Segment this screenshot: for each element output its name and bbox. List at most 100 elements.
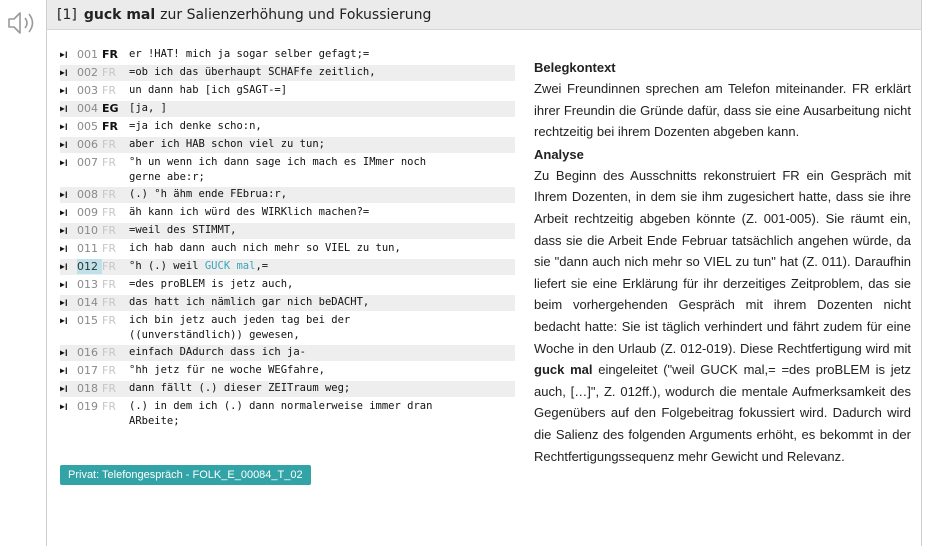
play-pause-icon[interactable]: ▶❙ (60, 187, 77, 202)
play-pause-icon[interactable]: ▶❙ (60, 381, 77, 396)
analyse-text-part: Zu Beginn des Ausschnitts rekonstruiert … (534, 167, 911, 356)
utterance-text-part: [ja, ] (129, 102, 167, 114)
utterance-text-part: er !HAT! mich ja sogar selber gefagt;= (129, 48, 370, 60)
transcript-line: ▶❙ 011 FR ich hab dann auch nich mehr so VI… (60, 241, 515, 257)
speaker-label: FR (102, 84, 116, 97)
utterance-text-part: °h un wenn ich dann sage ich mach es IMm… (129, 156, 427, 183)
line-number: 001 (77, 48, 98, 61)
transcript-line: ▶❙ 013 FR =des proBLEM is jetz auch, (60, 277, 515, 293)
transcript-line: ▶❙ 009 FR äh kann ich würd des WIRKlich mac… (60, 205, 515, 221)
utterance-text-part: =weil des STIMMT, (129, 224, 237, 236)
utterance-text: ich bin jetz auch jeden tag bei der ((un… (129, 313, 515, 343)
analyse-heading: Analyse (534, 146, 584, 162)
transcript-line: ▶❙ 010 FR =weil des STIMMT, (60, 223, 515, 239)
speaker-label: FR (102, 364, 116, 377)
transcript-line: ▶❙ 003 FR un dann hab [ich gSAGT-=] (60, 83, 515, 99)
utterance-text: °h (.) weil GUCK mal,= (129, 259, 515, 274)
speaker-label: FR (102, 120, 118, 133)
play-pause-icon[interactable]: ▶❙ (60, 205, 77, 220)
utterance-text-part: dann fällt (.) dieser ZEITraum weg; (129, 382, 351, 394)
play-pause-icon[interactable]: ▶❙ (60, 295, 77, 310)
utterance-text-part: äh kann ich würd des WIRKlich machen?= (129, 206, 370, 218)
utterance-text: einfach DAdurch dass ich ja- (129, 345, 515, 360)
line-number: 011 (77, 242, 98, 255)
speaker-label: FR (102, 206, 116, 219)
transcript-line: ▶❙ 014 FR das hatt ich nämlich gar nich beD… (60, 295, 515, 311)
speaker-label: FR (102, 346, 116, 359)
line-number: 013 (77, 278, 98, 291)
utterance-text: (.) in dem ich (.) dann normalerweise im… (129, 399, 515, 429)
line-number: 014 (77, 296, 98, 309)
play-pause-icon[interactable]: ▶❙ (60, 241, 77, 256)
line-number: 005 (77, 120, 98, 133)
speaker-label: FR (102, 296, 116, 309)
play-pause-icon[interactable]: ▶❙ (60, 399, 77, 414)
play-pause-icon[interactable]: ▶❙ (60, 313, 77, 328)
utterance-text-part: einfach DAdurch dass ich ja- (129, 346, 307, 358)
line-number: 007 (77, 156, 98, 169)
play-pause-icon[interactable]: ▶❙ (60, 101, 77, 116)
play-pause-icon[interactable]: ▶❙ (60, 223, 77, 238)
utterance-text-part: °hh jetz für ne woche WEGfahre, (129, 364, 325, 376)
utterance-text: das hatt ich nämlich gar nich beDACHT, (129, 295, 515, 310)
speaker-label: FR (102, 382, 116, 395)
play-pause-icon[interactable]: ▶❙ (60, 259, 77, 274)
utterance-text: er !HAT! mich ja sogar selber gefagt;= (129, 47, 515, 62)
line-number: 008 (77, 188, 98, 201)
speaker-label: FR (102, 278, 116, 291)
utterance-text: dann fällt (.) dieser ZEITraum weg; (129, 381, 515, 396)
line-number: 019 (77, 400, 98, 413)
utterance-text: ich hab dann auch nich mehr so VIEL zu t… (129, 241, 515, 256)
speaker-label: FR (102, 188, 116, 201)
play-pause-icon[interactable]: ▶❙ (60, 363, 77, 378)
utterance-text-part: (.) in dem ich (.) dann normalerweise im… (129, 400, 433, 427)
analyse-text-part: eingeleitet ("weil GUCK mal,= =des proBL… (534, 362, 911, 464)
line-number: 017 (77, 364, 98, 377)
play-pause-icon[interactable]: ▶❙ (60, 119, 77, 134)
play-pause-icon[interactable]: ▶❙ (60, 277, 77, 292)
speaker-label: FR (102, 224, 116, 237)
transcript: ▶❙ 001 FR er !HAT! mich ja sogar selber gef… (60, 47, 515, 431)
transcript-line: ▶❙ 019 FR (.) in dem ich (.) dann normalerw… (60, 399, 515, 429)
transcript-line: ▶❙ 006 FR aber ich HAB schon viel zu tun; (60, 137, 515, 153)
play-pause-icon[interactable]: ▶❙ (60, 137, 77, 152)
play-pause-icon[interactable]: ▶❙ (60, 83, 77, 98)
transcript-line: ▶❙ 005 FR =ja ich denke scho:n, (60, 119, 515, 135)
speaker-label: FR (102, 156, 116, 169)
transcript-line: ▶❙ 002 FR =ob ich das überhaupt SCHAFfe zei… (60, 65, 515, 81)
play-pause-icon[interactable]: ▶❙ (60, 65, 77, 80)
utterance-text: un dann hab [ich gSAGT-=] (129, 83, 515, 98)
line-number: 009 (77, 206, 98, 219)
speaker-icon[interactable] (6, 10, 40, 36)
transcript-line: ▶❙ 015 FR ich bin jetz auch jeden tag bei d… (60, 313, 515, 343)
play-pause-icon[interactable]: ▶❙ (60, 345, 77, 360)
example-panel: [1] guck mal zur Salienzerhöhung und Fok… (46, 0, 922, 546)
highlighted-phrase: GUCK mal (204, 260, 256, 272)
line-number: 003 (77, 84, 98, 97)
example-phrase: guck mal (83, 6, 156, 23)
utterance-text: °h un wenn ich dann sage ich mach es IMm… (129, 155, 515, 185)
transcript-line: ▶❙ 008 FR (.) °h ähm ende FEbrua:r, (60, 187, 515, 203)
analyse-text: Zu Beginn des Ausschnitts rekonstruiert … (534, 165, 911, 467)
utterance-text-part: =ob ich das überhaupt SCHAFfe zeitlich, (129, 66, 376, 78)
example-number: [1] (57, 6, 77, 23)
line-number: 012 (77, 259, 102, 274)
source-badge[interactable]: Privat: Telefongespräch - FOLK_E_00084_T… (60, 465, 311, 485)
speaker-label: FR (102, 66, 116, 79)
utterance-text: (.) °h ähm ende FEbrua:r, (129, 187, 515, 202)
play-pause-icon[interactable]: ▶❙ (60, 155, 77, 170)
example-title: zur Salienzerhöhung und Fokussierung (160, 6, 432, 23)
speaker-label: EG (102, 102, 119, 115)
utterance-text: °hh jetz für ne woche WEGfahre, (129, 363, 515, 378)
belegkontext-text: Zwei Freundinnen sprechen am Telefon mit… (534, 81, 911, 140)
speaker-label: FR (102, 242, 116, 255)
line-number: 016 (77, 346, 98, 359)
play-pause-icon[interactable]: ▶❙ (60, 47, 77, 62)
line-number: 010 (77, 224, 98, 237)
utterance-text-part: ich bin jetz auch jeden tag bei der ((un… (129, 314, 351, 341)
utterance-text-part: =des proBLEM is jetz auch, (129, 278, 294, 290)
utterance-text-part: ,= (255, 260, 269, 272)
utterance-text-part: (.) °h ähm ende FEbrua:r, (129, 188, 288, 200)
speaker-label: FR (102, 314, 116, 327)
line-number: 006 (77, 138, 98, 151)
